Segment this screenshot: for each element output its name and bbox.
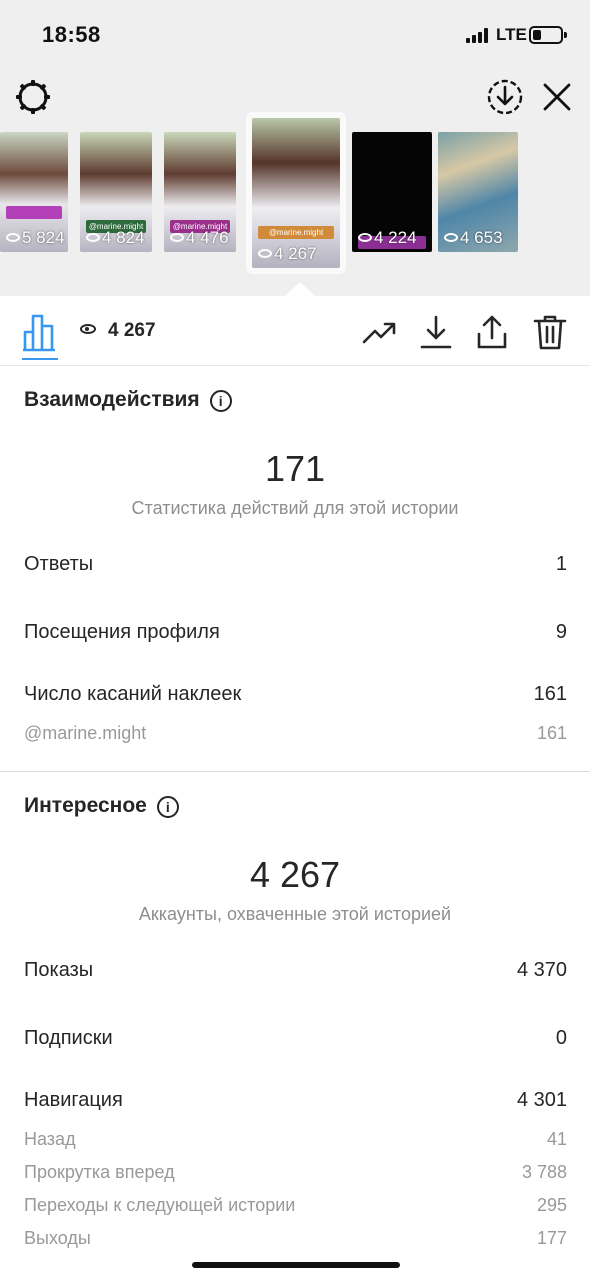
share-icon[interactable] <box>474 314 510 350</box>
sub-stat-row: Прокрутка вперед 3 788 <box>24 1162 567 1188</box>
trending-icon[interactable] <box>362 314 398 350</box>
stat-value: 177 <box>536 1228 567 1248</box>
story-sticker: @marine.might <box>258 226 334 239</box>
discovery-total: 4 267 <box>249 854 341 895</box>
stat-value: 161 <box>536 723 567 743</box>
discovery-title: Интересное i <box>24 794 179 818</box>
story-views: 4 824 <box>86 228 145 248</box>
eye-icon <box>80 324 96 334</box>
stat-label: Посещения профиля <box>24 621 220 643</box>
stat-row: Навигация 4 301 <box>24 1089 567 1115</box>
interactions-title: Взаимодействия i <box>24 388 232 412</box>
eye-icon <box>358 233 372 242</box>
stat-label: Переходы к следующей истории <box>24 1195 296 1215</box>
stat-row: Ответы 1 <box>24 553 567 579</box>
stat-value: 295 <box>536 1195 567 1215</box>
story-thumbnail-selected[interactable]: @marine.might 4 267 <box>252 118 340 268</box>
story-views: 4 267 <box>258 244 317 264</box>
stat-label: Навигация <box>24 1089 123 1111</box>
close-icon[interactable] <box>540 80 574 114</box>
story-thumbnail[interactable]: @marine.might 4 824 <box>80 132 152 252</box>
stat-row: Число касаний наклеек 161 <box>24 683 567 709</box>
sub-stat-row: Назад 41 <box>24 1129 567 1155</box>
eye-icon <box>444 233 458 242</box>
sub-stat-row: Выходы 177 <box>24 1228 567 1254</box>
story-views: 5 824 <box>6 228 65 248</box>
eye-icon <box>86 233 100 242</box>
section-divider <box>0 771 590 772</box>
stat-label: Выходы <box>24 1228 91 1248</box>
trash-icon[interactable] <box>532 314 568 350</box>
info-icon[interactable]: i <box>156 796 179 818</box>
story-view-count: 4 267 <box>80 320 156 342</box>
battery-icon <box>529 26 567 44</box>
download-icon[interactable] <box>418 314 454 350</box>
insights-bars-icon <box>23 314 55 352</box>
story-thumbnail[interactable]: @marine.might 4 476 <box>164 132 236 252</box>
stat-label: Прокрутка вперед <box>24 1162 175 1182</box>
story-views: 4 653 <box>444 228 503 248</box>
stat-value: 0 <box>555 1027 567 1049</box>
eye-icon <box>258 249 272 258</box>
story-thumbnail[interactable]: 4 653 <box>438 132 518 252</box>
story-views: 4 224 <box>358 228 417 248</box>
insights-tab[interactable] <box>22 310 58 360</box>
info-icon[interactable]: i <box>209 390 232 412</box>
interactions-caption: Статистика действий для этой истории <box>131 498 459 518</box>
stat-value: 4 301 <box>516 1089 567 1111</box>
stat-value: 3 788 <box>521 1162 567 1182</box>
download-circle-icon[interactable] <box>486 78 524 116</box>
sub-stat-row: @marine.might 161 <box>24 723 567 749</box>
story-views: 4 476 <box>170 228 229 248</box>
story-thumbnail[interactable]: 4 224 <box>352 132 432 252</box>
gear-icon[interactable] <box>14 78 52 116</box>
stat-value: 41 <box>546 1129 567 1149</box>
home-indicator[interactable] <box>192 1262 400 1268</box>
stat-label: Подписки <box>24 1027 113 1049</box>
stat-row: Посещения профиля 9 <box>24 621 567 647</box>
stat-value: 9 <box>555 621 567 643</box>
stat-label: @marine.might <box>24 723 147 743</box>
selected-story-pointer <box>284 282 316 297</box>
status-time: 18:58 <box>42 22 101 47</box>
stat-value: 161 <box>533 683 567 705</box>
insights-toolbar: 4 267 <box>0 296 590 366</box>
network-label: LTE <box>496 25 527 44</box>
stat-value: 4 370 <box>516 959 567 981</box>
sub-stat-row: Переходы к следующей истории 295 <box>24 1195 567 1221</box>
story-thumbnail[interactable]: 5 824 <box>0 132 68 252</box>
signal-icon <box>466 28 490 43</box>
status-bar: 18:58 LTE <box>0 0 590 70</box>
stat-label: Показы <box>24 959 94 981</box>
stat-label: Назад <box>24 1129 76 1149</box>
stat-label: Число касаний наклеек <box>24 683 242 705</box>
stat-value: 1 <box>555 553 567 575</box>
stat-label: Ответы <box>24 553 94 575</box>
eye-icon <box>6 233 20 242</box>
story-sticker <box>6 206 62 219</box>
interactions-total: 171 <box>264 448 326 489</box>
discovery-caption: Аккаунты, охваченные этой историей <box>138 904 452 924</box>
stat-row: Показы 4 370 <box>24 959 567 985</box>
active-tab-underline <box>22 358 58 360</box>
eye-icon <box>170 233 184 242</box>
stat-row: Подписки 0 <box>24 1027 567 1053</box>
